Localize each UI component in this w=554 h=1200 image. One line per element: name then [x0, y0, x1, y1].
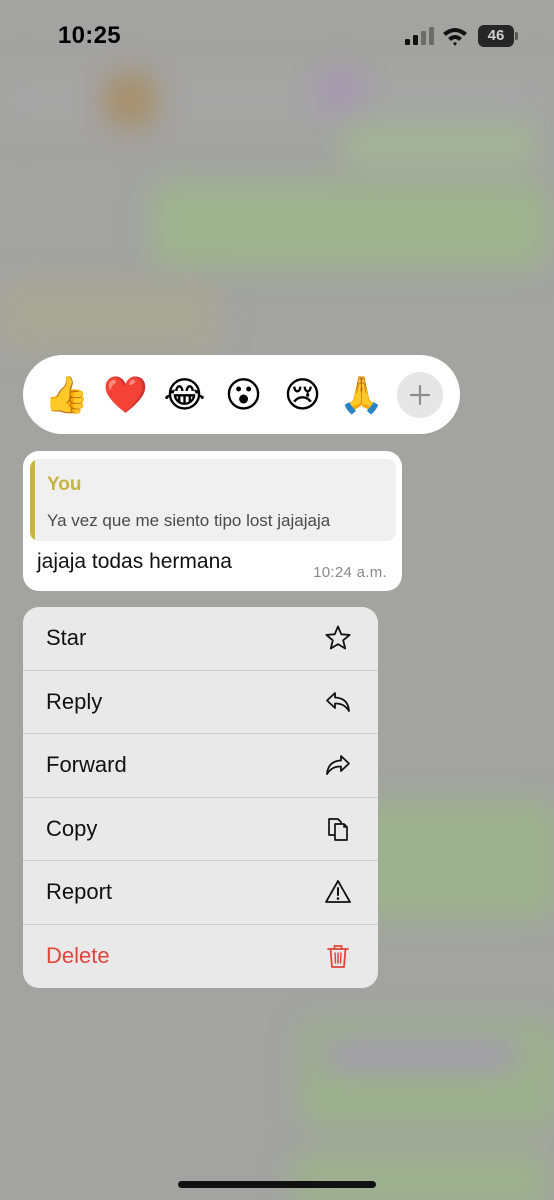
quoted-message[interactable]: You Ya vez que me siento tipo lost jajaj… [30, 459, 396, 541]
menu-item-delete[interactable]: Delete [23, 925, 378, 989]
reaction-thumbs-up[interactable]: 👍 [37, 365, 96, 425]
forward-icon [324, 751, 352, 779]
menu-item-copy[interactable]: Copy [23, 798, 378, 861]
battery-indicator: 46 [478, 25, 518, 47]
blurred-chat-background [0, 0, 554, 1200]
add-reaction-button[interactable] [397, 371, 443, 418]
menu-item-label: Delete [46, 943, 110, 969]
menu-item-star[interactable]: Star [23, 607, 378, 671]
status-bar: 10:25 46 [0, 0, 554, 74]
message-text: jajaja todas hermana [37, 550, 232, 573]
menu-item-label: Copy [46, 815, 98, 841]
reaction-tears-of-joy[interactable]: 😂 [155, 365, 214, 425]
reaction-red-heart[interactable]: ❤️ [96, 365, 155, 425]
status-time: 10:25 [58, 22, 121, 49]
battery-level: 46 [478, 25, 514, 47]
menu-item-label: Star [46, 625, 87, 651]
trash-icon [324, 942, 352, 970]
reaction-crying-face[interactable]: 😢 [273, 365, 332, 425]
copy-icon [324, 815, 352, 843]
quote-text: Ya vez que me siento tipo lost jajajaja [47, 511, 331, 530]
cellular-signal-icon [405, 27, 434, 45]
reaction-open-mouth[interactable]: 😮 [214, 365, 273, 425]
home-indicator[interactable] [178, 1181, 376, 1188]
message-timestamp: 10:24 a.m. [313, 564, 387, 581]
menu-item-label: Reply [46, 688, 103, 714]
quote-accent-bar [30, 459, 35, 541]
wifi-icon [443, 28, 467, 46]
reply-icon [324, 688, 352, 716]
reaction-folded-hands[interactable]: 🙏 [332, 365, 391, 425]
warning-icon [324, 878, 352, 906]
quote-author: You [47, 474, 82, 495]
context-menu: Star Reply Forward Copy Report Delete [23, 607, 378, 988]
message-bubble[interactable]: You Ya vez que me siento tipo lost jajaj… [23, 451, 402, 591]
menu-item-report[interactable]: Report [23, 861, 378, 925]
star-icon [324, 624, 352, 652]
plus-icon [409, 384, 431, 405]
reaction-bar: 👍 ❤️ 😂 😮 😢 🙏 [23, 355, 460, 434]
menu-item-forward[interactable]: Forward [23, 734, 378, 798]
menu-item-reply[interactable]: Reply [23, 671, 378, 734]
menu-item-label: Forward [46, 752, 127, 778]
menu-item-label: Report [46, 879, 113, 905]
